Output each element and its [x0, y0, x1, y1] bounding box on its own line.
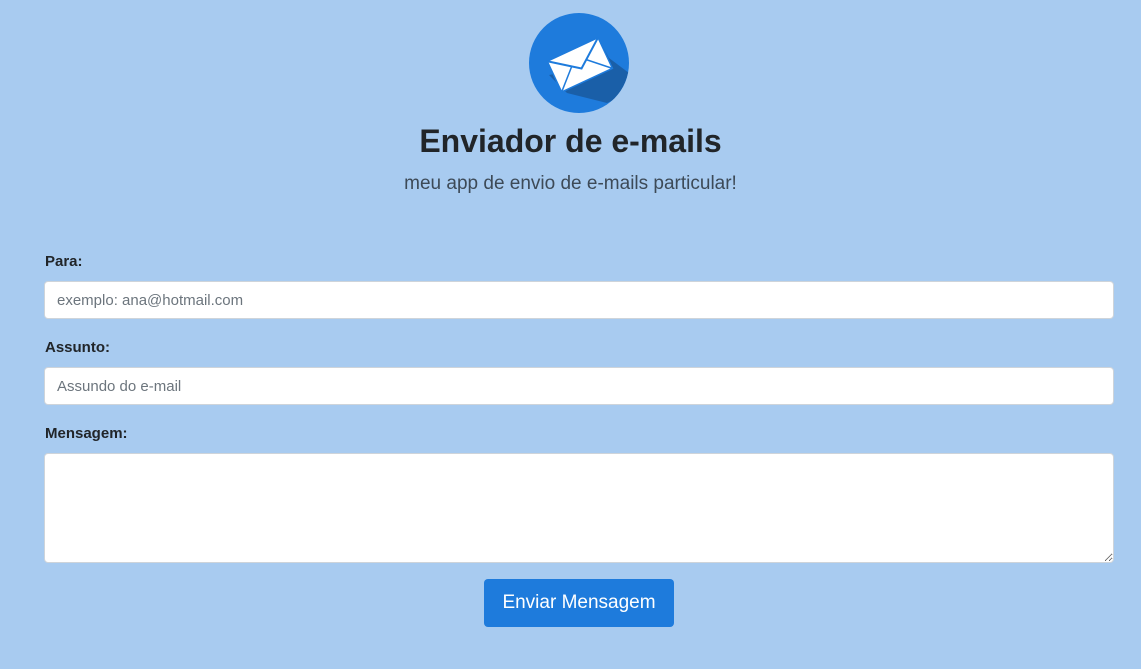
to-label: Para:: [45, 253, 83, 270]
message-label: Mensagem:: [45, 425, 128, 442]
subject-label: Assunto:: [45, 339, 110, 356]
send-message-button[interactable]: Enviar Mensagem: [484, 579, 674, 627]
envelope-icon: [529, 13, 629, 113]
to-input[interactable]: [44, 281, 1114, 319]
message-textarea[interactable]: [44, 453, 1114, 563]
subject-input[interactable]: [44, 367, 1114, 405]
page-title: Enviador de e-mails: [419, 123, 722, 159]
page-subtitle: meu app de envio de e-mails particular!: [404, 173, 737, 194]
